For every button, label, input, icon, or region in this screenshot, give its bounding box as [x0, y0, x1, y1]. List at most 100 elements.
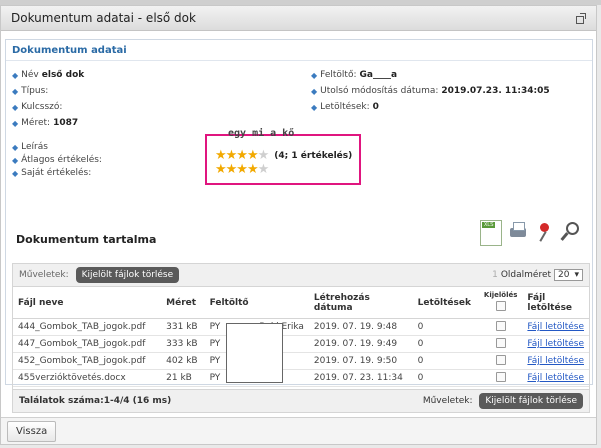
row-select-checkbox[interactable]: [495, 354, 506, 365]
handwritten-note: egy mi a kő: [228, 128, 295, 139]
bullet-icon: ◆: [12, 168, 19, 178]
row-select-checkbox[interactable]: [495, 320, 506, 331]
description-label: Leírás: [21, 142, 48, 152]
bullet-icon: ◆: [12, 70, 19, 80]
size-label: Méret:: [21, 118, 51, 128]
name-value: első dok: [41, 70, 85, 80]
downloads-cell: 0: [412, 352, 479, 370]
bullet-icon: ◆: [12, 155, 19, 165]
file-size-cell: 402 kB: [161, 352, 205, 370]
col-uploader[interactable]: Feltöltő: [204, 287, 309, 319]
uploader-property: ◆ Feltöltő: Ga____a: [311, 70, 397, 80]
bullet-icon: ◆: [12, 102, 19, 112]
delete-selected-button[interactable]: Kijelölt fájlok törlése: [75, 267, 180, 283]
select-cell: [478, 335, 523, 353]
bullet-icon: ◆: [12, 86, 19, 96]
bullet-icon: ◆: [311, 86, 318, 96]
col-download: Fájl letöltése: [522, 287, 589, 319]
avg-rating-text: (4; 1 értékelés): [274, 150, 353, 161]
file-download-link[interactable]: Fájl letöltése: [527, 356, 584, 366]
page-number[interactable]: 1: [492, 270, 498, 280]
pin-icon[interactable]: [534, 220, 554, 244]
downloads-cell: 0: [412, 369, 479, 387]
file-name-cell: 455verzióktövetés.docx: [13, 369, 162, 387]
download-cell: Fájl letöltése: [522, 318, 589, 336]
dialog-footer: Vissza: [1, 417, 596, 444]
row-select-checkbox[interactable]: [495, 371, 506, 382]
modified-label: Utolsó módosítás dátuma:: [320, 86, 439, 96]
star-rating-icon: ★★★★★: [215, 148, 269, 163]
page-size-select[interactable]: 20 ▾: [554, 269, 583, 281]
details-panel: Dokumentum adatai ◆ Név első dok ◆ Típus…: [5, 39, 593, 413]
select-all-checkbox[interactable]: [495, 301, 506, 311]
details-section-title: Dokumentum adatai: [6, 40, 592, 61]
file-size-cell: 333 kB: [161, 335, 205, 353]
downloads-cell: 0: [412, 335, 479, 353]
maximize-icon[interactable]: [575, 12, 586, 24]
star-rating-icon[interactable]: ★★★★★: [215, 162, 269, 177]
uploader-label: Feltöltő:: [320, 70, 357, 80]
actions-label: Műveletek:: [19, 270, 69, 280]
dialog-title: Dokumentum adatai - első dok: [11, 11, 196, 25]
file-download-link[interactable]: Fájl letöltése: [527, 322, 584, 332]
chevron-down-icon: ▾: [574, 270, 579, 280]
col-size[interactable]: Méret: [161, 287, 205, 319]
col-file-name[interactable]: Fájl neve: [13, 287, 162, 319]
col-downloads[interactable]: Letöltések: [412, 287, 479, 319]
download-cell: Fájl letöltése: [522, 352, 589, 370]
uploader-part: PY: [209, 356, 221, 366]
uploader-part: PY: [209, 339, 221, 349]
keyword-label: Kulcsszó:: [21, 102, 63, 112]
document-dialog: Dokumentum adatai - első dok Dokumentum …: [0, 5, 597, 445]
keyword-property: ◆ Kulcsszó:: [12, 102, 62, 112]
back-button[interactable]: Vissza: [7, 421, 57, 442]
uploader-part: PY: [209, 373, 221, 383]
file-size-cell: 21 kB: [161, 369, 205, 387]
download-cell: Fájl letöltése: [522, 335, 589, 353]
created-date-cell: 2019. 07. 19. 9:48: [308, 318, 413, 336]
print-icon[interactable]: [508, 220, 528, 244]
select-cell: [478, 369, 523, 387]
page-size-label: Oldalméret: [500, 270, 552, 280]
downloads-cell: 0: [412, 318, 479, 336]
files-grid: Műveletek: Kijelölt fájlok törlése 1 Old…: [12, 263, 590, 413]
downloads-label: Letöltések:: [320, 102, 370, 112]
file-download-link[interactable]: Fájl letöltése: [527, 373, 584, 383]
select-cell: [478, 352, 523, 370]
type-property: ◆ Típus:: [12, 86, 48, 96]
col-created-date[interactable]: Létrehozás dátuma: [308, 287, 413, 319]
size-property: ◆ Méret: 1087: [12, 118, 78, 128]
own-rating-stars[interactable]: ★★★★★: [215, 162, 269, 177]
size-value: 1087: [53, 118, 79, 128]
table-row: 452_Gombok_TAB_jogok.pdf402 kBPY ca2019.…: [13, 352, 589, 370]
description-property: ◆ Leírás: [12, 142, 48, 152]
bullet-icon: ◆: [311, 102, 318, 112]
uploader-part: PY: [209, 322, 221, 332]
modified-property: ◆ Utolsó módosítás dátuma: 2019.07.23. 1…: [311, 86, 550, 96]
dialog-titlebar: Dokumentum adatai - első dok: [1, 6, 596, 31]
select-cell: [478, 318, 523, 336]
result-count: Találatok száma:1-4/4 (16 ms): [19, 396, 172, 406]
own-rating-label: Saját értékelés:: [21, 168, 92, 178]
table-header-row: Fájl neve Méret Feltöltő Létrehozás dátu…: [13, 287, 589, 319]
name-label: Név: [21, 70, 39, 80]
files-table: Fájl neve Méret Feltöltő Létrehozás dátu…: [13, 287, 589, 387]
file-name-cell: 452_Gombok_TAB_jogok.pdf: [13, 352, 162, 370]
content-toolbar: [480, 220, 580, 246]
type-label: Típus:: [21, 86, 49, 96]
delete-selected-button-bottom[interactable]: Kijelölt fájlok törlése: [479, 393, 583, 409]
avg-rating-property: ◆ Átlagos értékelés:: [12, 155, 102, 165]
row-select-checkbox[interactable]: [495, 337, 506, 348]
uploader-value: Ga____a: [359, 70, 398, 80]
file-download-link[interactable]: Fájl letöltése: [527, 339, 584, 349]
excel-export-icon[interactable]: [480, 220, 502, 246]
col-select: Kijelölés: [478, 287, 523, 319]
downloads-property: ◆ Letöltések: 0: [311, 102, 379, 112]
own-rating-property: ◆ Saját értékelés:: [12, 168, 91, 178]
search-icon[interactable]: [560, 220, 580, 244]
avg-rating-stars: ★★★★★ (4; 1 értékelés): [215, 148, 352, 163]
redaction-box: [226, 323, 283, 383]
created-date-cell: 2019. 07. 23. 11:34: [308, 369, 413, 387]
modified-value: 2019.07.23. 11:34:05: [441, 86, 550, 96]
download-cell: Fájl letöltése: [522, 369, 589, 387]
